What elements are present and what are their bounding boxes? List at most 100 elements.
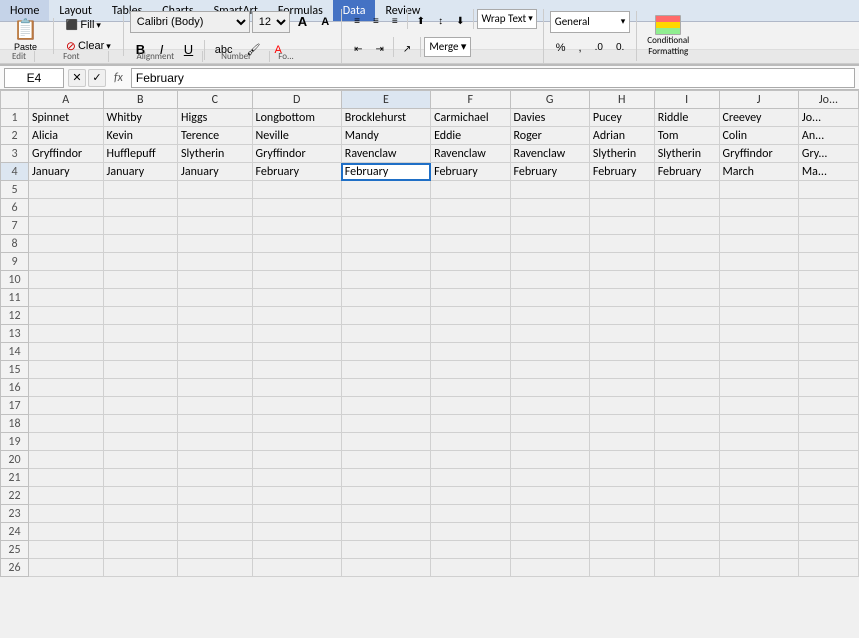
table-cell[interactable] [589, 199, 654, 217]
table-cell[interactable] [719, 217, 798, 235]
table-cell[interactable] [431, 217, 510, 235]
table-cell[interactable] [252, 415, 341, 433]
table-cell[interactable] [178, 469, 253, 487]
table-cell[interactable] [654, 505, 719, 523]
table-cell[interactable] [798, 181, 858, 199]
table-cell[interactable] [654, 289, 719, 307]
table-cell[interactable]: Roger [510, 127, 589, 145]
spreadsheet-table-wrapper[interactable]: A B C D E F G H I J Jo... 1SpinnetWhitby… [0, 90, 859, 622]
table-cell[interactable] [589, 235, 654, 253]
table-cell[interactable] [103, 289, 178, 307]
table-cell[interactable] [654, 523, 719, 541]
table-cell[interactable] [431, 199, 510, 217]
table-cell[interactable] [103, 253, 178, 271]
table-cell[interactable] [654, 433, 719, 451]
table-cell[interactable] [510, 343, 589, 361]
table-cell[interactable] [589, 217, 654, 235]
col-header-h[interactable]: H [589, 91, 654, 109]
table-cell[interactable] [654, 559, 719, 577]
table-cell[interactable] [431, 415, 510, 433]
table-cell[interactable] [798, 505, 858, 523]
table-cell[interactable] [719, 199, 798, 217]
table-cell[interactable]: January [103, 163, 178, 181]
fill-button[interactable]: ⬛ Fill ▾ [60, 15, 117, 35]
cancel-formula-button[interactable]: ✕ [68, 69, 86, 87]
table-cell[interactable] [29, 379, 104, 397]
table-cell[interactable] [719, 451, 798, 469]
table-cell[interactable]: Pucey [589, 109, 654, 127]
table-cell[interactable] [510, 397, 589, 415]
align-right-button[interactable]: ≡ [386, 9, 404, 35]
table-cell[interactable] [589, 433, 654, 451]
col-header-i[interactable]: I [654, 91, 719, 109]
table-cell[interactable] [252, 541, 341, 559]
row-number[interactable]: 16 [1, 379, 29, 397]
table-cell[interactable] [589, 325, 654, 343]
table-cell[interactable] [252, 505, 341, 523]
table-cell[interactable] [589, 559, 654, 577]
table-cell[interactable] [798, 379, 858, 397]
table-cell[interactable] [589, 379, 654, 397]
table-cell[interactable] [341, 451, 430, 469]
table-cell[interactable] [510, 433, 589, 451]
table-cell[interactable]: Spinnet [29, 109, 104, 127]
row-number[interactable]: 1 [1, 109, 29, 127]
font-increase-button[interactable]: A [292, 9, 313, 35]
comma-button[interactable]: , [573, 35, 588, 61]
table-cell[interactable]: Gryffindor [252, 145, 341, 163]
table-cell[interactable] [341, 343, 430, 361]
row-number[interactable]: 26 [1, 559, 29, 577]
table-cell[interactable] [431, 487, 510, 505]
table-cell[interactable] [29, 469, 104, 487]
table-cell[interactable]: Ravenclaw [431, 145, 510, 163]
table-cell[interactable] [719, 505, 798, 523]
table-cell[interactable] [341, 361, 430, 379]
table-cell[interactable] [103, 487, 178, 505]
table-cell[interactable] [719, 235, 798, 253]
table-cell[interactable] [341, 271, 430, 289]
table-cell[interactable] [341, 199, 430, 217]
table-cell[interactable] [431, 379, 510, 397]
increase-decimal-button[interactable]: .0 [589, 35, 609, 61]
table-cell[interactable] [29, 253, 104, 271]
table-cell[interactable] [431, 559, 510, 577]
row-number[interactable]: 10 [1, 271, 29, 289]
table-cell[interactable] [103, 523, 178, 541]
table-cell[interactable] [589, 541, 654, 559]
table-cell[interactable] [252, 343, 341, 361]
table-cell[interactable] [654, 541, 719, 559]
table-cell[interactable] [29, 181, 104, 199]
table-cell[interactable] [29, 235, 104, 253]
table-cell[interactable] [654, 199, 719, 217]
table-cell[interactable]: Ravenclaw [510, 145, 589, 163]
indent-decrease-button[interactable]: ⇤ [348, 37, 368, 63]
merge-button[interactable]: Merge ▾ [424, 37, 471, 57]
table-cell[interactable] [252, 199, 341, 217]
table-cell[interactable]: Slytherin [589, 145, 654, 163]
table-cell[interactable]: Alicia [29, 127, 104, 145]
table-cell[interactable] [510, 523, 589, 541]
table-cell[interactable] [510, 217, 589, 235]
table-cell[interactable] [510, 415, 589, 433]
row-number[interactable]: 9 [1, 253, 29, 271]
table-cell[interactable] [29, 541, 104, 559]
table-cell[interactable] [178, 289, 253, 307]
table-cell[interactable] [654, 253, 719, 271]
table-cell[interactable] [252, 433, 341, 451]
table-cell[interactable] [252, 523, 341, 541]
table-cell[interactable] [252, 217, 341, 235]
table-cell[interactable] [589, 505, 654, 523]
table-cell[interactable] [719, 433, 798, 451]
row-number[interactable]: 3 [1, 145, 29, 163]
table-cell[interactable] [510, 451, 589, 469]
table-cell[interactable]: An... [798, 127, 858, 145]
table-cell[interactable] [178, 235, 253, 253]
table-cell[interactable] [798, 217, 858, 235]
table-cell[interactable] [654, 361, 719, 379]
table-cell[interactable] [719, 541, 798, 559]
table-cell[interactable] [589, 523, 654, 541]
table-cell[interactable] [798, 307, 858, 325]
table-cell[interactable] [341, 505, 430, 523]
table-cell[interactable] [798, 271, 858, 289]
align-middle-button[interactable]: ↕ [432, 9, 449, 35]
